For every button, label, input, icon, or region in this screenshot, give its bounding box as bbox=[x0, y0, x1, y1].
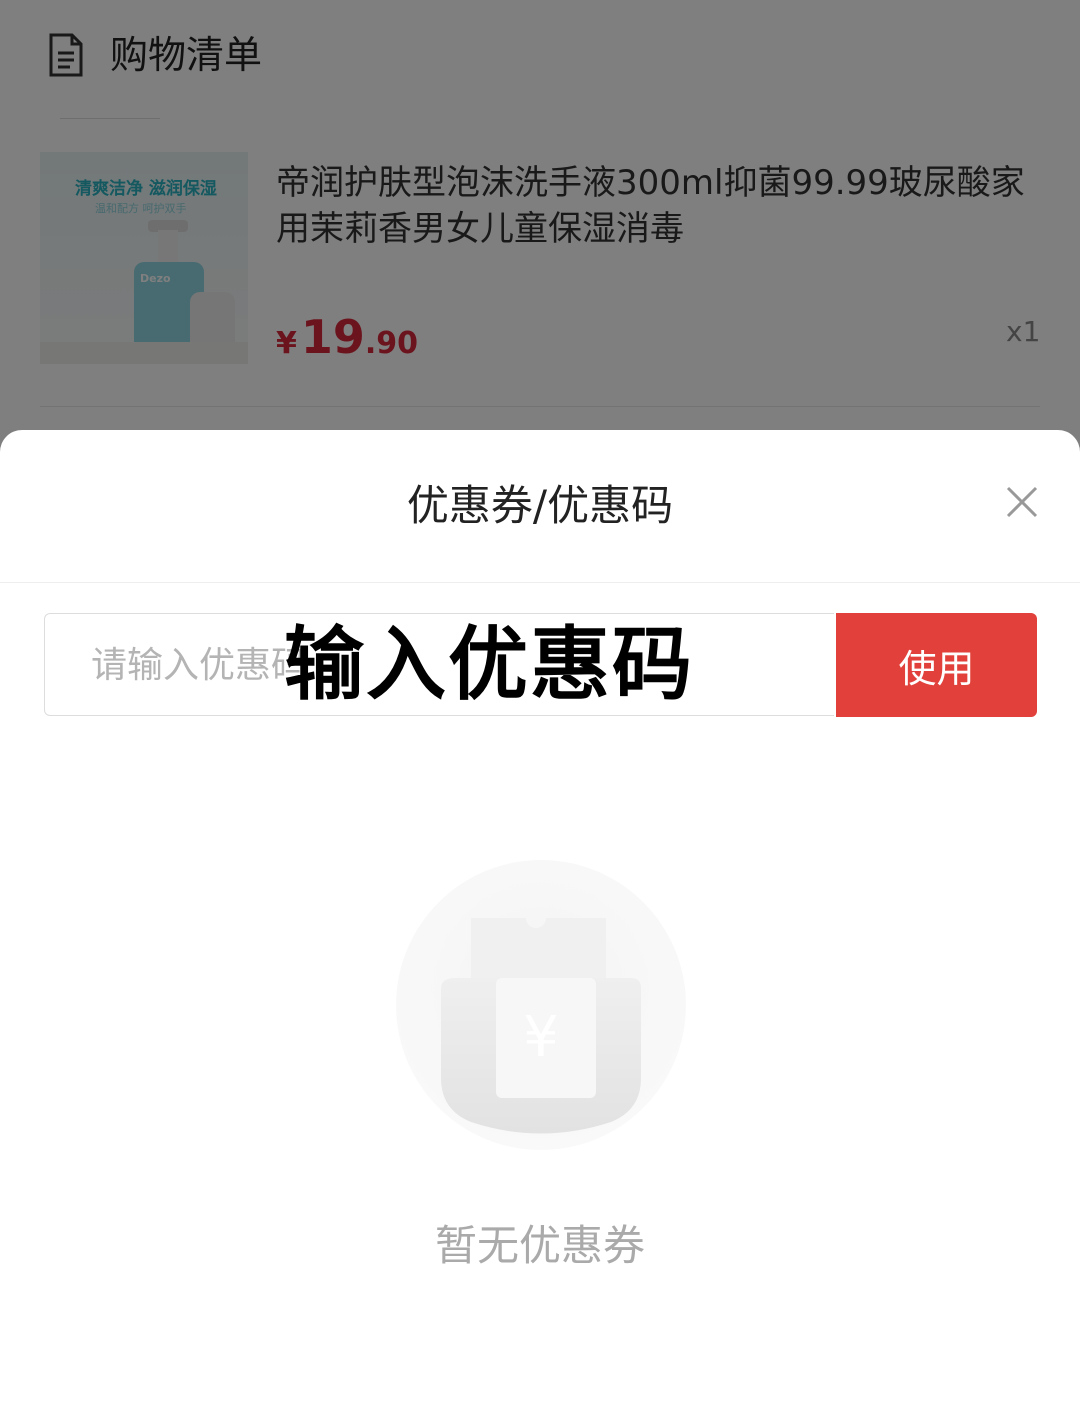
svg-text:¥: ¥ bbox=[523, 1005, 559, 1070]
empty-state-text: 暂无优惠券 bbox=[434, 1221, 645, 1270]
sheet-title: 优惠券/优惠码 bbox=[406, 481, 674, 530]
close-icon[interactable] bbox=[1000, 480, 1044, 524]
annotation-label: 输入优惠码 bbox=[284, 618, 694, 711]
sheet-divider bbox=[0, 582, 1080, 583]
empty-coupon-icon: ¥ bbox=[396, 860, 686, 1150]
use-button[interactable]: 使用 bbox=[836, 613, 1037, 717]
coupon-sheet: 优惠券/优惠码 输入优惠码 使用 ¥ 暂无优惠券 bbox=[0, 430, 1080, 1419]
